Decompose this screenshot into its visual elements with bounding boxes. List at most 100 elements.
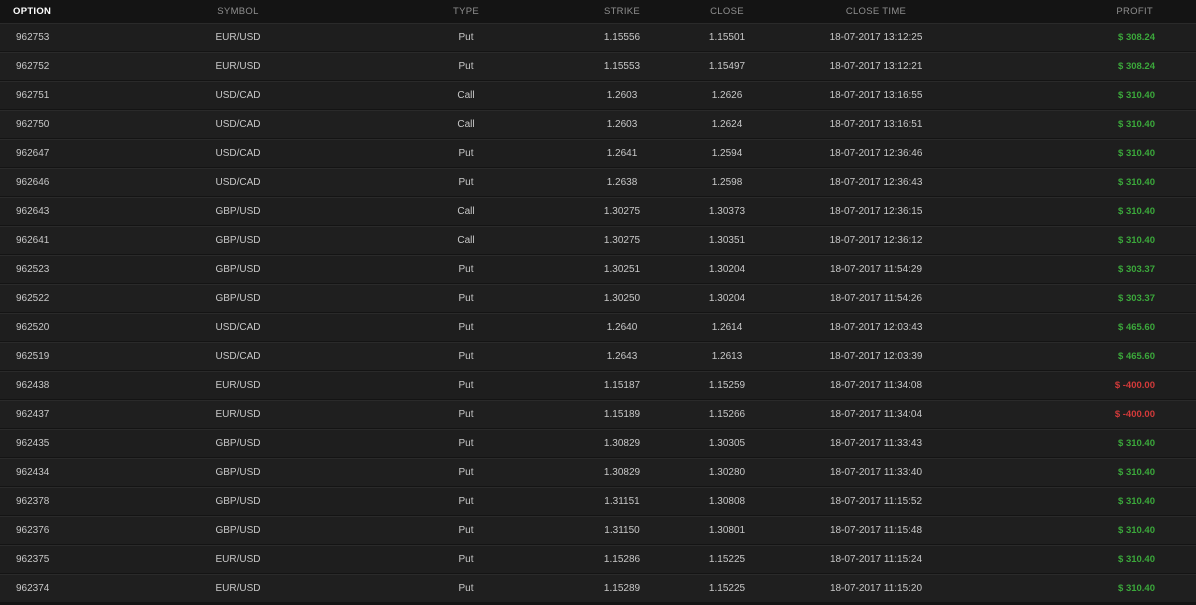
cell-close: 1.2624 [711, 119, 743, 130]
table-row[interactable]: 962522 GBP/USD Put 1.30250 1.30204 18-07-2017… [0, 284, 1196, 312]
column-header-profit[interactable]: PROFIT [966, 6, 1196, 17]
cell-symbol: EUR/USD [215, 380, 261, 391]
table-row[interactable]: 962374 EUR/USD Put 1.15289 1.15225 18-07-2017… [0, 574, 1196, 602]
profit-value: $ 310.40 [1118, 90, 1155, 101]
cell-close: 1.15225 [708, 583, 746, 594]
column-header-option[interactable]: OPTION [0, 6, 120, 17]
cell-option: 962646 [16, 177, 50, 188]
table-row[interactable]: 962435 GBP/USD Put 1.30829 1.30305 18-07-2017… [0, 429, 1196, 457]
cell-profit: $ 465.60 [966, 322, 1196, 333]
table-row[interactable]: 962523 GBP/USD Put 1.30251 1.30204 18-07-2017… [0, 255, 1196, 283]
cell-option: 962523 [16, 264, 50, 275]
cell-close-time: 18-07-2017 11:54:29 [829, 264, 923, 275]
cell-strike: 1.31150 [604, 525, 640, 536]
cell-symbol: GBP/USD [215, 467, 261, 478]
table-row[interactable]: 962751 USD/CAD Call 1.2603 1.2626 18-07-2017 … [0, 81, 1196, 109]
table-row[interactable]: 962378 GBP/USD Put 1.31151 1.30808 18-07-2017… [0, 487, 1196, 515]
cell-option: 962751 [16, 90, 50, 101]
profit-value: $ 308.24 [1118, 61, 1155, 72]
options-history-table: OPTION SYMBOL TYPE STRIKE CLOSE CLOSE TI… [0, 0, 1196, 602]
table-row[interactable]: 962520 USD/CAD Put 1.2640 1.2614 18-07-2017 1… [0, 313, 1196, 341]
table-row[interactable]: 962434 GBP/USD Put 1.30829 1.30280 18-07-2017… [0, 458, 1196, 486]
table-row[interactable]: 962643 GBP/USD Call 1.30275 1.30373 18-07-201… [0, 197, 1196, 225]
profit-value: $ 308.24 [1118, 32, 1155, 43]
column-header-close-time[interactable]: CLOSE TIME [786, 6, 966, 17]
profit-value: $ 310.40 [1118, 148, 1155, 159]
cell-profit: $ 310.40 [966, 467, 1196, 478]
profit-value: $ -400.00 [1114, 380, 1155, 391]
cell-type: Put [458, 322, 474, 333]
cell-profit: $ 310.40 [966, 583, 1196, 594]
cell-close-time: 18-07-2017 12:03:43 [829, 322, 923, 333]
cell-type: Call [457, 90, 475, 101]
cell-profit: $ 310.40 [966, 235, 1196, 246]
cell-symbol: GBP/USD [215, 525, 261, 536]
cell-type: Put [458, 554, 474, 565]
cell-type: Call [457, 119, 475, 130]
cell-profit: $ 308.24 [966, 61, 1196, 72]
cell-strike: 1.15553 [603, 61, 641, 72]
cell-close: 1.15266 [708, 409, 746, 420]
cell-strike: 1.30829 [603, 467, 641, 478]
cell-close: 1.2598 [711, 177, 743, 188]
cell-type: Call [457, 235, 475, 246]
profit-value: $ 303.37 [1118, 293, 1155, 304]
cell-close: 1.30351 [708, 235, 746, 246]
cell-option: 962437 [16, 409, 50, 420]
column-header-type[interactable]: TYPE [356, 6, 576, 17]
cell-type: Put [458, 496, 474, 507]
cell-symbol: EUR/USD [215, 554, 261, 565]
cell-close: 1.15497 [708, 61, 746, 72]
cell-symbol: USD/CAD [215, 90, 261, 101]
table-row[interactable]: 962752 EUR/USD Put 1.15553 1.15497 18-07-2017… [0, 52, 1196, 80]
table-row[interactable]: 962750 USD/CAD Call 1.2603 1.2624 18-07-2017 … [0, 110, 1196, 138]
table-row[interactable]: 962375 EUR/USD Put 1.15286 1.15225 18-07-2017… [0, 545, 1196, 573]
cell-strike: 1.15187 [603, 380, 641, 391]
cell-type: Put [458, 293, 474, 304]
profit-value: $ 310.40 [1118, 438, 1155, 449]
cell-close: 1.2613 [711, 351, 743, 362]
cell-option: 962378 [16, 496, 50, 507]
cell-strike: 1.30829 [603, 438, 641, 449]
table-row[interactable]: 962753 EUR/USD Put 1.15556 1.15501 18-07-2017… [0, 23, 1196, 51]
cell-profit: $ 310.40 [966, 496, 1196, 507]
cell-symbol: GBP/USD [215, 235, 261, 246]
cell-close-time: 18-07-2017 12:03:39 [829, 351, 923, 362]
cell-profit: $ 310.40 [966, 554, 1196, 565]
column-header-strike[interactable]: STRIKE [576, 6, 668, 17]
table-row[interactable]: 962647 USD/CAD Put 1.2641 1.2594 18-07-2017 1… [0, 139, 1196, 167]
profit-value: $ 310.40 [1118, 467, 1155, 478]
cell-profit: $ -400.00 [966, 380, 1196, 391]
cell-close-time: 18-07-2017 11:33:40 [829, 467, 923, 478]
cell-option: 962434 [16, 467, 50, 478]
cell-option: 962435 [16, 438, 50, 449]
column-header-symbol[interactable]: SYMBOL [120, 6, 356, 17]
cell-strike: 1.30250 [603, 293, 641, 304]
cell-profit: $ 310.40 [966, 438, 1196, 449]
table-row[interactable]: 962437 EUR/USD Put 1.15189 1.15266 18-07-2017… [0, 400, 1196, 428]
cell-symbol: EUR/USD [215, 32, 261, 43]
cell-close-time: 18-07-2017 12:36:15 [829, 206, 923, 217]
table-row[interactable]: 962376 GBP/USD Put 1.31150 1.30801 18-07-2017… [0, 516, 1196, 544]
cell-option: 962520 [16, 322, 50, 333]
table-row[interactable]: 962641 GBP/USD Call 1.30275 1.30351 18-07-201… [0, 226, 1196, 254]
cell-profit: $ 303.37 [966, 293, 1196, 304]
cell-close-time: 18-07-2017 11:15:24 [829, 554, 923, 565]
profit-value: $ 310.40 [1118, 525, 1155, 536]
cell-option: 962374 [16, 583, 50, 594]
cell-profit: $ 303.37 [966, 264, 1196, 275]
table-row[interactable]: 962646 USD/CAD Put 1.2638 1.2598 18-07-2017 1… [0, 168, 1196, 196]
cell-close-time: 18-07-2017 12:36:12 [829, 235, 923, 246]
cell-option: 962752 [16, 61, 50, 72]
cell-strike: 1.30275 [603, 235, 641, 246]
table-row[interactable]: 962519 USD/CAD Put 1.2643 1.2613 18-07-2017 1… [0, 342, 1196, 370]
cell-profit: $ 310.40 [966, 206, 1196, 217]
column-header-close[interactable]: CLOSE [668, 6, 786, 17]
table-row[interactable]: 962438 EUR/USD Put 1.15187 1.15259 18-07-2017… [0, 371, 1196, 399]
cell-strike: 1.30251 [603, 264, 641, 275]
cell-close: 1.15501 [708, 32, 746, 43]
cell-symbol: GBP/USD [215, 496, 261, 507]
cell-type: Put [458, 61, 474, 72]
cell-option: 962750 [16, 119, 50, 130]
profit-value: $ 465.60 [1118, 322, 1155, 333]
